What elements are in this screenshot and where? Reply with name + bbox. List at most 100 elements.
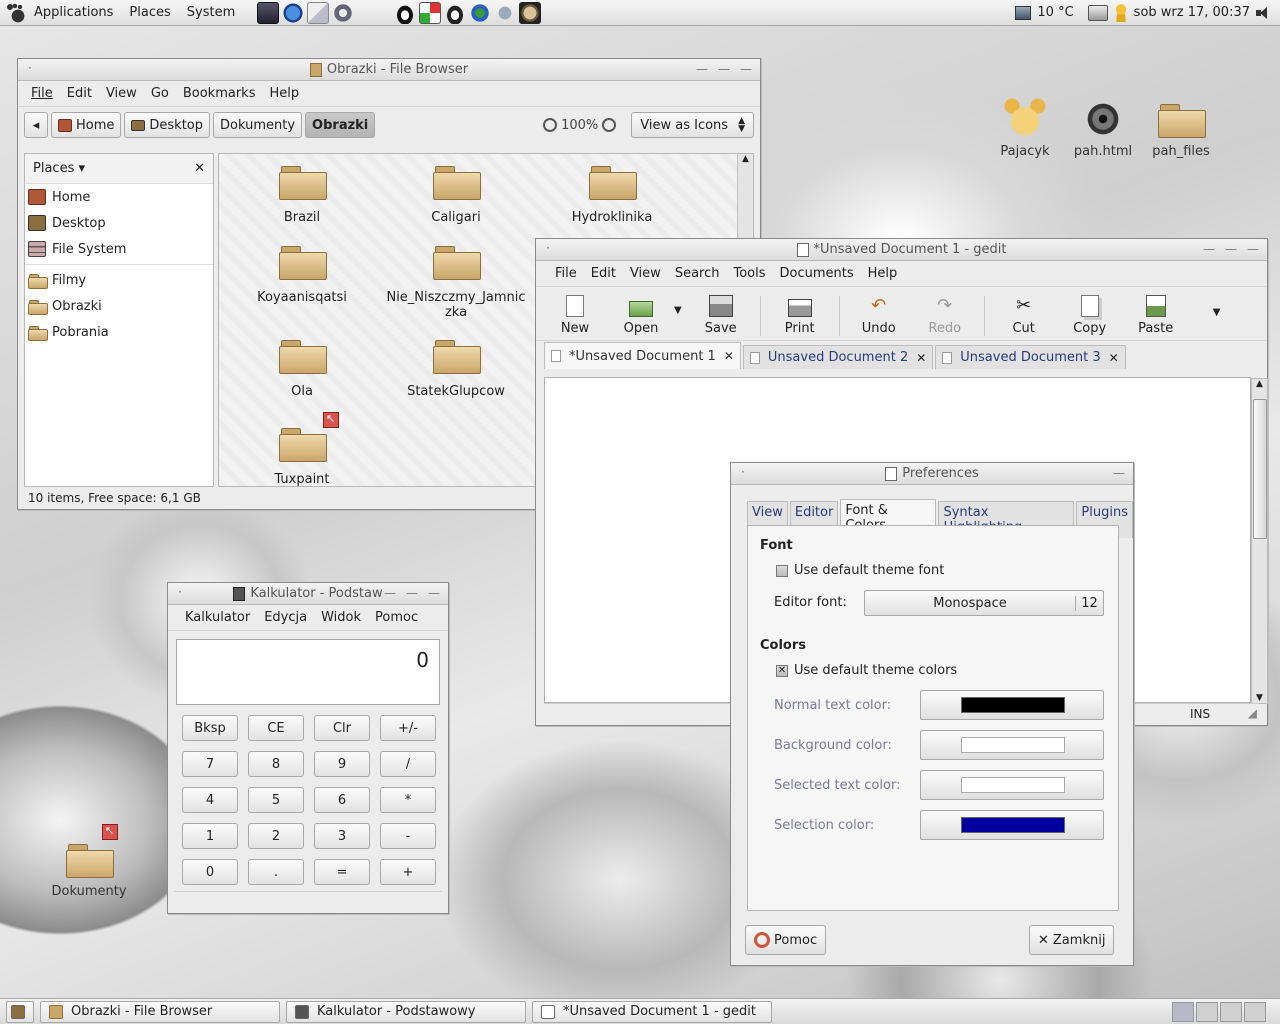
taskbar-item-gedit[interactable]: *Unsaved Document 1 - gedit bbox=[532, 1000, 772, 1023]
system-menu[interactable]: System bbox=[179, 0, 243, 26]
toolbar-overflow-arrow-icon[interactable]: ▼ bbox=[1213, 307, 1221, 318]
user-status-icon[interactable] bbox=[1113, 3, 1128, 22]
selection-color-button[interactable] bbox=[920, 810, 1104, 840]
background-color-button[interactable] bbox=[920, 730, 1104, 760]
use-default-colors-checkbox[interactable]: ✕ Use default theme colors bbox=[776, 663, 957, 678]
menu-widok[interactable]: Widok bbox=[314, 605, 368, 631]
printer-icon[interactable] bbox=[1087, 4, 1108, 21]
folder-item-tuxpaint[interactable]: Tuxpaint bbox=[227, 412, 377, 487]
calc-button-minus[interactable]: - bbox=[380, 823, 436, 849]
menu-kalkulator[interactable]: Kalkulator bbox=[178, 605, 257, 631]
calc-button-1[interactable]: 1 bbox=[182, 823, 238, 849]
window-menu-icon[interactable]: · bbox=[741, 465, 745, 479]
calc-button-6[interactable]: 6 bbox=[314, 787, 370, 813]
calc-button-5[interactable]: 5 bbox=[248, 787, 304, 813]
zoom-out-icon[interactable] bbox=[543, 118, 558, 132]
calc-button-9[interactable]: 9 bbox=[314, 751, 370, 777]
folder-item-koyaanisqatsi[interactable]: Koyaanisqatsi bbox=[227, 246, 377, 305]
place-item-filesystem[interactable]: File System bbox=[25, 236, 213, 262]
desktop-icon-pajacyk[interactable]: Pajacyk bbox=[980, 96, 1070, 159]
globe-icon[interactable] bbox=[469, 1, 492, 24]
bookmark-item-obrazki[interactable]: Obrazki bbox=[25, 293, 213, 319]
workspace-2[interactable] bbox=[1196, 1001, 1218, 1022]
bookmark-item-pobrania[interactable]: Pobrania bbox=[25, 319, 213, 345]
folder-item-ola[interactable]: Ola bbox=[227, 340, 377, 399]
desktop-icon-dokumenty[interactable]: Dokumenty bbox=[44, 824, 134, 899]
menu-help[interactable]: Help bbox=[262, 81, 306, 107]
workspace-3[interactable] bbox=[1220, 1001, 1242, 1022]
path-button-obrazki[interactable]: Obrazki bbox=[305, 112, 376, 138]
toolbar-open-button[interactable]: Open bbox=[608, 295, 674, 336]
game-icon[interactable] bbox=[419, 1, 442, 24]
moon-icon[interactable] bbox=[519, 1, 542, 24]
selected-text-color-button[interactable] bbox=[920, 770, 1104, 800]
applications-menu[interactable]: Applications bbox=[26, 0, 121, 26]
weather-temperature[interactable]: 10 °C bbox=[1037, 5, 1073, 20]
calc-button-divide[interactable]: / bbox=[380, 751, 436, 777]
editor-font-picker[interactable]: Monospace 12 bbox=[864, 590, 1104, 616]
settings-launcher-icon[interactable] bbox=[332, 1, 355, 24]
tab-close-icon[interactable]: ✕ bbox=[724, 349, 734, 363]
minimize-button[interactable]: — bbox=[384, 586, 396, 600]
calc-button-bksp[interactable]: Bksp bbox=[182, 715, 238, 741]
window-menu-icon[interactable]: · bbox=[178, 585, 182, 599]
desktop-icon-pah-html[interactable]: pah.html bbox=[1058, 96, 1148, 159]
normal-text-color-button[interactable] bbox=[920, 690, 1104, 720]
calc-button-ce[interactable]: CE bbox=[248, 715, 304, 741]
desktop-icon-pah-files[interactable]: pah_files bbox=[1136, 96, 1226, 159]
calc-button-0[interactable]: 0 bbox=[182, 859, 238, 885]
close-button[interactable]: — bbox=[740, 62, 752, 76]
menu-bookmarks[interactable]: Bookmarks bbox=[176, 81, 263, 107]
menu-view[interactable]: View bbox=[623, 261, 668, 287]
file-browser-titlebar[interactable]: · Obrazki - File Browser — — — bbox=[18, 59, 760, 81]
toolbar-save-button[interactable]: Save bbox=[688, 295, 754, 336]
calc-button-7[interactable]: 7 bbox=[182, 751, 238, 777]
maximize-button[interactable]: — bbox=[718, 62, 730, 76]
scroll-up-arrow-icon[interactable]: ▲ bbox=[1252, 379, 1267, 389]
zoom-level[interactable]: 100% bbox=[561, 118, 598, 133]
menu-file[interactable]: File bbox=[24, 81, 60, 107]
tab-close-icon[interactable]: ✕ bbox=[1109, 351, 1119, 365]
email-launcher-icon[interactable] bbox=[307, 1, 330, 24]
toolbar-new-button[interactable]: New bbox=[542, 295, 608, 336]
menu-search[interactable]: Search bbox=[668, 261, 727, 287]
places-selector[interactable]: Places ▾ bbox=[33, 161, 85, 176]
menu-edit[interactable]: Edit bbox=[60, 81, 99, 107]
menu-edit[interactable]: Edit bbox=[584, 261, 623, 287]
places-menu[interactable]: Places bbox=[121, 0, 178, 26]
path-button-dokumenty[interactable]: Dokumenty bbox=[213, 112, 303, 138]
bookmark-item-filmy[interactable]: Filmy bbox=[25, 267, 213, 293]
show-desktop-button[interactable] bbox=[6, 1000, 34, 1023]
terminal-launcher-icon[interactable] bbox=[257, 1, 280, 24]
close-button[interactable]: — bbox=[428, 586, 440, 600]
close-button[interactable]: — bbox=[1247, 242, 1259, 256]
gedit-titlebar[interactable]: · *Unsaved Document 1 - gedit — — — bbox=[536, 239, 1267, 261]
toolbar-paste-button[interactable]: Paste bbox=[1123, 295, 1189, 336]
weather-icon[interactable] bbox=[1015, 5, 1032, 20]
workspace-1[interactable] bbox=[1172, 1001, 1194, 1022]
close-button[interactable]: — bbox=[1113, 466, 1125, 480]
path-button-home[interactable]: Home bbox=[51, 112, 122, 138]
window-menu-icon[interactable]: · bbox=[28, 61, 32, 75]
editor-vertical-scrollbar[interactable]: ▲ ▼ bbox=[1251, 378, 1268, 704]
web-browser-launcher-icon[interactable] bbox=[282, 1, 305, 24]
calc-button-multiply[interactable]: * bbox=[380, 787, 436, 813]
calc-button-2[interactable]: 2 bbox=[248, 823, 304, 849]
maximize-button[interactable]: — bbox=[406, 586, 418, 600]
close-dialog-button[interactable]: ✕ Zamknij bbox=[1029, 925, 1115, 955]
close-sidebar-icon[interactable]: ✕ bbox=[194, 161, 205, 176]
taskbar-item-calculator[interactable]: Kalkulator - Podstawowy bbox=[286, 1000, 526, 1023]
tab-unsaved-document-2[interactable]: Unsaved Document 2 ✕ bbox=[742, 345, 934, 369]
calc-button-equals[interactable]: = bbox=[314, 859, 370, 885]
menu-help[interactable]: Help bbox=[861, 261, 905, 287]
open-dropdown-arrow-icon[interactable]: ▼ bbox=[674, 305, 682, 316]
view-mode-select[interactable]: View as Icons ▲ ▼ bbox=[631, 112, 754, 138]
folder-item-hydroklinika[interactable]: Hydroklinika bbox=[537, 166, 687, 225]
calc-button-8[interactable]: 8 bbox=[248, 751, 304, 777]
calc-button-sign[interactable]: +/- bbox=[380, 715, 436, 741]
menu-documents[interactable]: Documents bbox=[773, 261, 861, 287]
place-item-home[interactable]: Home bbox=[25, 184, 213, 210]
scroll-up-arrow-icon[interactable]: ▲ bbox=[738, 154, 753, 164]
menu-edycja[interactable]: Edycja bbox=[257, 605, 314, 631]
scroll-down-arrow-icon[interactable]: ▼ bbox=[1252, 693, 1267, 703]
